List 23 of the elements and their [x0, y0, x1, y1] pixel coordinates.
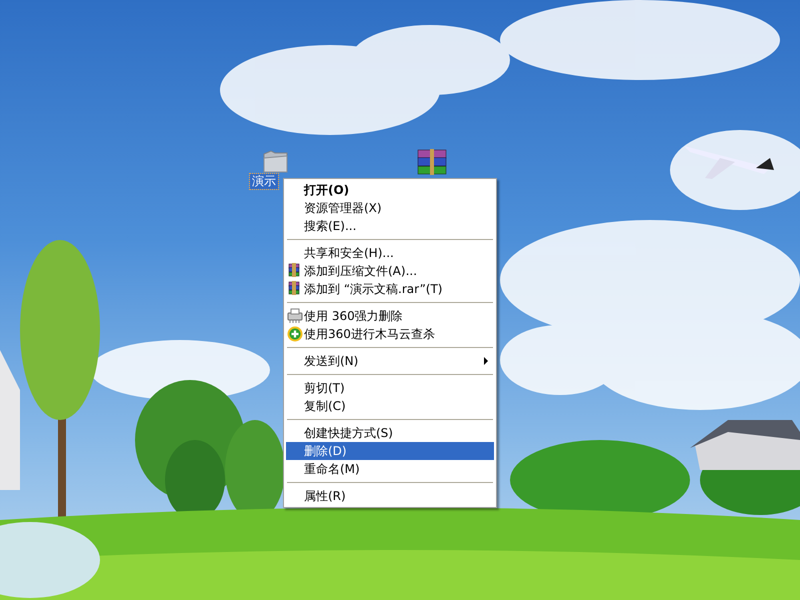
- plus-icon: [287, 326, 303, 342]
- menu-item[interactable]: 使用360进行木马云查杀: [286, 325, 494, 343]
- menu-item[interactable]: 删除(D): [286, 442, 494, 460]
- menu-item[interactable]: 打开(O): [286, 181, 494, 199]
- menu-item[interactable]: 复制(C): [286, 397, 494, 415]
- shredder-icon: [287, 308, 303, 324]
- submenu-arrow-icon: [484, 357, 488, 365]
- menu-item[interactable]: 剪切(T): [286, 379, 494, 397]
- menu-item[interactable]: 添加到 “演示文稿.rar”(T): [286, 280, 494, 298]
- folder-icon[interactable]: [262, 148, 290, 174]
- archive-icon: [287, 281, 301, 295]
- menu-item[interactable]: 创建快捷方式(S): [286, 424, 494, 442]
- menu-item[interactable]: 发送到(N): [286, 352, 494, 370]
- menu-item[interactable]: 资源管理器(X): [286, 199, 494, 217]
- archive-icon[interactable]: [416, 149, 448, 175]
- icon-label[interactable]: 演示: [250, 174, 278, 189]
- menu-item[interactable]: 共享和安全(H)...: [286, 244, 494, 262]
- menu-item[interactable]: 使用 360强力删除: [286, 307, 494, 325]
- menu-item[interactable]: 重命名(M): [286, 460, 494, 478]
- archive-icon: [287, 263, 301, 277]
- menu-item[interactable]: 属性(R): [286, 487, 494, 505]
- menu-item[interactable]: 搜索(E)...: [286, 217, 494, 235]
- menu-item[interactable]: 添加到压缩文件(A)...: [286, 262, 494, 280]
